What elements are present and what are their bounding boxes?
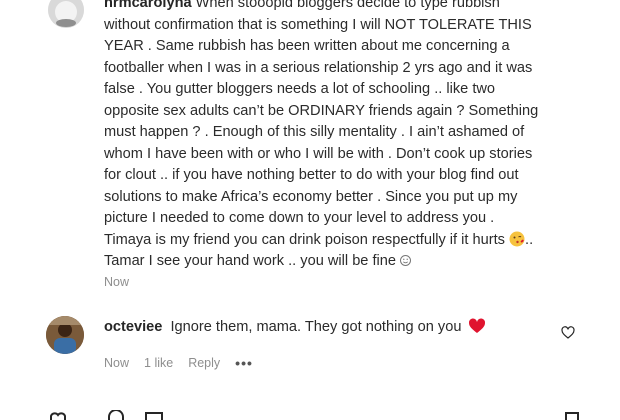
comment-text-line: for clout .. if you have nothing better … <box>104 167 519 183</box>
comment-text-line: false . You gutter bloggers needs a lot … <box>104 81 496 97</box>
comment-text-line: .. <box>525 231 534 248</box>
heart-icon[interactable] <box>48 410 70 420</box>
comment-line: hrmcarolyna When stooopid bloggers decide… <box>104 0 584 15</box>
avatar-image <box>48 0 84 28</box>
smiling-face-emoji-icon <box>400 255 412 266</box>
comment-text-line: picture I needed to come down to your le… <box>104 210 495 226</box>
comment-text-line: opposite sex adults can’t be ORDINARY fr… <box>104 102 539 119</box>
comment-text-line: Ignore them, mama. They got nothing on y… <box>170 319 462 335</box>
comment-text-line: Timaya is my friend you can drink poison… <box>104 231 505 248</box>
comment-text-line: YEAR . Same rubbish has been written abo… <box>104 38 510 54</box>
comment-username[interactable]: hrmcarolyna <box>104 0 192 11</box>
avatar[interactable] <box>46 316 84 354</box>
comment-text-line: whom I have been with or who I will be w… <box>104 145 533 162</box>
kissing-face-emoji-icon <box>509 231 525 246</box>
comment-time: Now <box>104 275 130 289</box>
comment-1: hrmcarolyna When stooopid bloggers decide… <box>104 0 584 273</box>
more-options-button[interactable]: ••• <box>235 355 253 371</box>
comment-meta: Now 1 like Reply ••• <box>104 355 253 371</box>
comment-line: Tamar I see your hand work .. you will b… <box>104 251 584 273</box>
like-count[interactable]: 1 like <box>144 356 173 370</box>
comment-text-line: footballer when I was in a serious relat… <box>104 59 533 76</box>
comment-text-line: Tamar I see your hand work .. you will b… <box>104 253 397 269</box>
reply-button[interactable]: Reply <box>188 356 220 370</box>
heart-outline-icon[interactable] <box>561 326 575 339</box>
comment-text-line: When stooopid bloggers decide to type ru… <box>195 0 500 11</box>
share-icon[interactable] <box>144 410 164 420</box>
comment-2: octeviee Ignore them, mama. They got not… <box>104 317 544 339</box>
avatar-image <box>46 316 84 354</box>
comment-time: Now <box>104 356 130 370</box>
comment-icon[interactable] <box>106 410 126 420</box>
comment-line: Timaya is my friend you can drink poison… <box>104 230 584 252</box>
avatar[interactable] <box>48 0 84 28</box>
comment-username[interactable]: octeviee <box>104 319 162 335</box>
comment-text-line: solutions to make Africa’s economy bette… <box>104 188 518 205</box>
red-heart-emoji-icon <box>468 318 485 333</box>
comment-text-line: without confirmation that is something I… <box>104 16 532 33</box>
bookmark-icon[interactable] <box>563 410 581 420</box>
comment-text-line: must happen ? . Enough of this silly men… <box>104 124 525 140</box>
